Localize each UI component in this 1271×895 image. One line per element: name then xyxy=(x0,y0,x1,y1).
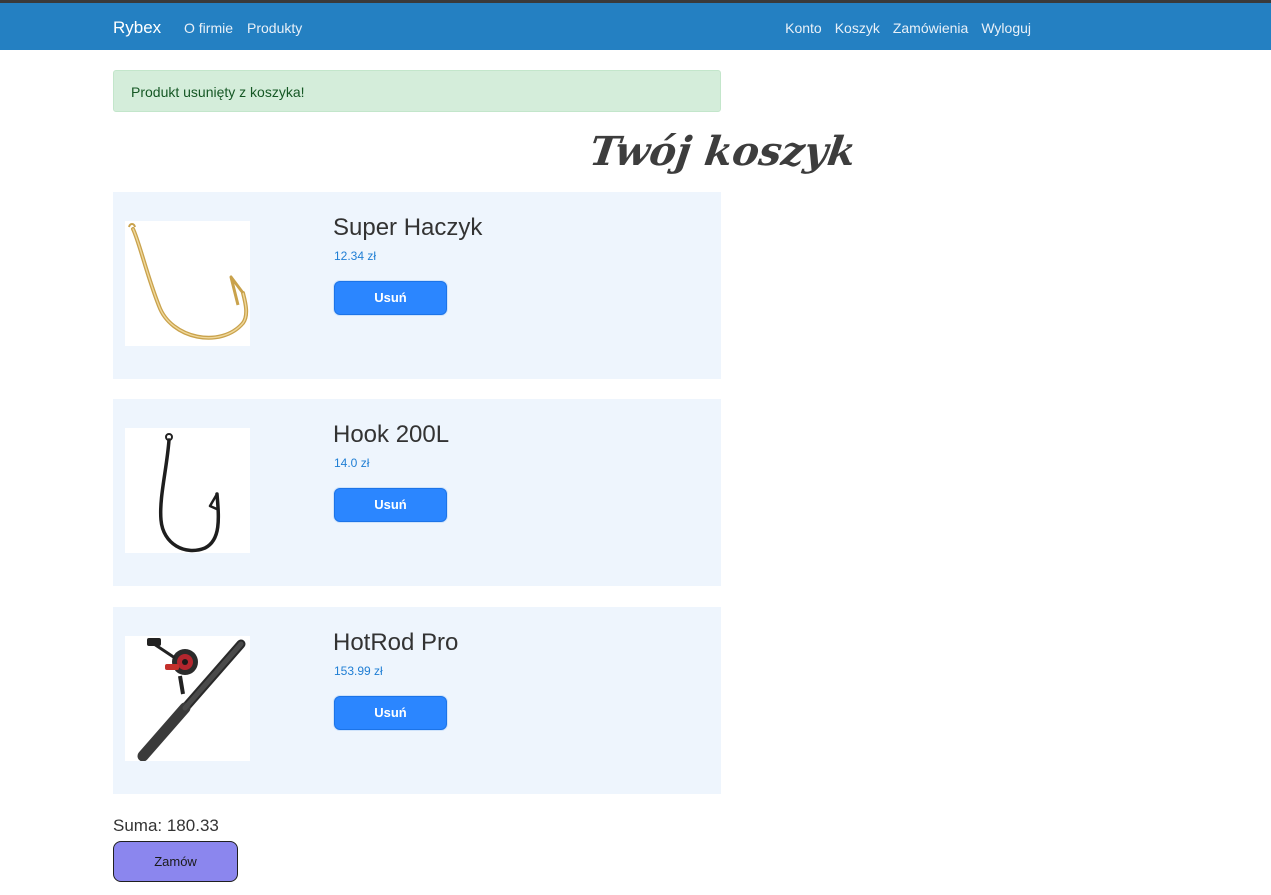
success-alert: Produkt usunięty z koszyka! xyxy=(113,70,721,112)
cart-item: Super Haczyk 12.34 zł Usuń xyxy=(113,192,721,379)
nav-link-o-firmie[interactable]: O firmie xyxy=(184,20,233,36)
gold-hook-icon xyxy=(128,223,249,340)
product-price: 153.99 zł xyxy=(334,664,383,678)
nav-link-produkty[interactable]: Produkty xyxy=(247,20,302,36)
top-navbar: Rybex O firmie Produkty Konto Koszyk Zam… xyxy=(0,0,1271,50)
remove-button[interactable]: Usuń xyxy=(334,281,447,315)
black-hook-icon xyxy=(158,433,221,553)
nav-left: O firmie Produkty xyxy=(184,20,302,36)
cart-title: Twój koszyk xyxy=(586,128,859,175)
nav-link-zamowienia[interactable]: Zamówienia xyxy=(893,20,968,36)
fishing-rod-reel-image xyxy=(125,636,250,762)
remove-button[interactable]: Usuń xyxy=(334,488,447,522)
nav-link-koszyk[interactable]: Koszyk xyxy=(835,20,880,36)
brand-link[interactable]: Rybex xyxy=(113,18,161,38)
black-fishing-hook-image xyxy=(125,428,250,553)
fishing-rod-icon xyxy=(137,638,246,762)
product-name: HotRod Pro xyxy=(333,629,459,656)
product-name: Hook 200L xyxy=(333,421,450,448)
cart-item: HotRod Pro 153.99 zł Usuń xyxy=(113,607,721,794)
order-button[interactable]: Zamów xyxy=(113,841,238,882)
product-price: 14.0 zł xyxy=(334,456,370,470)
cart-sum: Suma: 180.33 xyxy=(113,816,219,835)
nav-link-wyloguj[interactable]: Wyloguj xyxy=(981,20,1031,36)
cart-item: Hook 200L 14.0 zł Usuń xyxy=(113,399,721,586)
gold-fishing-hook-image xyxy=(125,221,250,346)
alert-message: Produkt usunięty z koszyka! xyxy=(131,84,305,100)
nav-link-konto[interactable]: Konto xyxy=(785,20,822,36)
nav-right: Konto Koszyk Zamówienia Wyloguj xyxy=(785,20,1031,36)
product-name: Super Haczyk xyxy=(333,214,483,241)
product-price: 12.34 zł xyxy=(334,249,377,263)
remove-button[interactable]: Usuń xyxy=(334,696,447,730)
